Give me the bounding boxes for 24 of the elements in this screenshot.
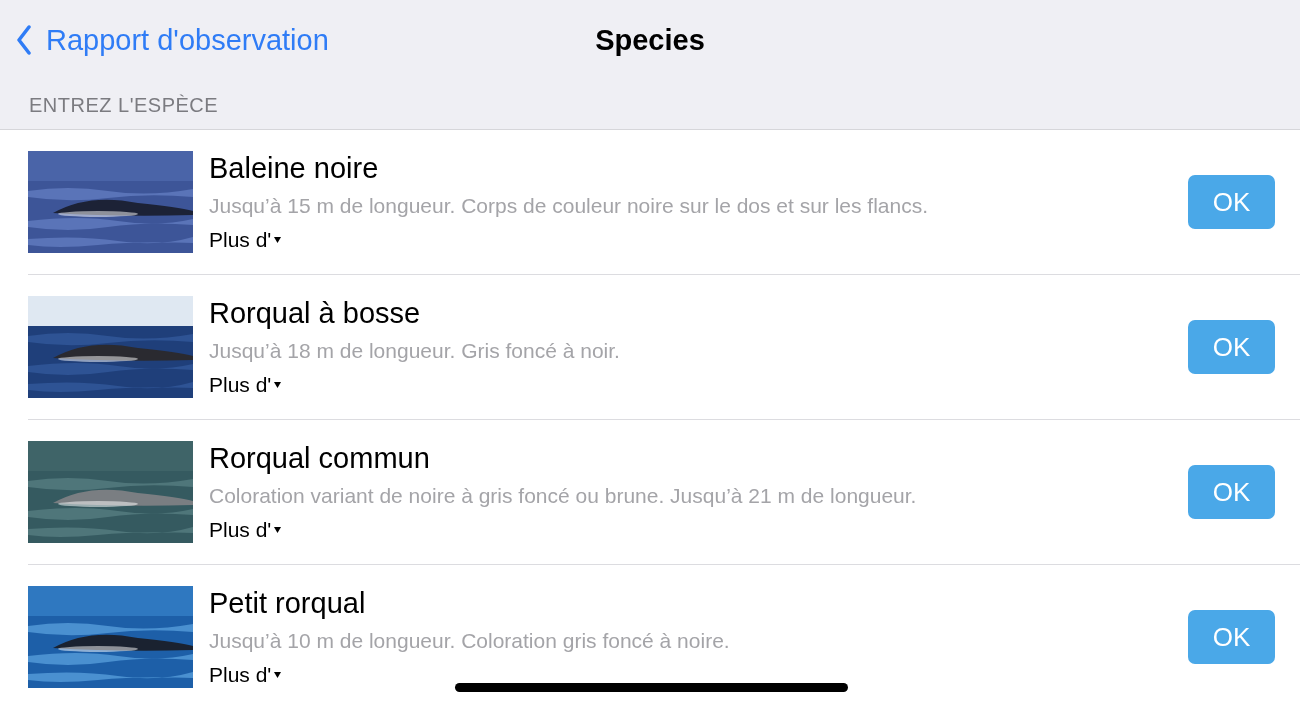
species-description: Coloration variant de noire à gris foncé ou brune. Jusqu’à 21 m de longueur.: [209, 484, 917, 508]
caret-icon: [274, 527, 282, 533]
species-name: Rorqual commun: [209, 442, 430, 475]
ok-button[interactable]: OK: [1188, 320, 1275, 374]
ok-button[interactable]: OK: [1188, 175, 1275, 229]
species-name: Rorqual à bosse: [209, 297, 421, 330]
species-name: Baleine noire: [209, 152, 379, 185]
caret-icon: [274, 382, 282, 388]
screen-title: Species: [595, 23, 705, 57]
caret-icon: [274, 237, 282, 243]
species-description: Jusqu’à 10 m de longueur. Coloration gris foncé à noire.: [209, 629, 730, 653]
back-chevron-icon: [16, 25, 32, 55]
species-name: Petit rorqual: [209, 587, 366, 620]
ok-button[interactable]: OK: [1188, 465, 1275, 519]
more-button[interactable]: Plus d': [209, 228, 282, 252]
ok-button[interactable]: OK: [1188, 610, 1275, 664]
species-description: Jusqu’à 18 m de longueur. Gris foncé à noir.: [209, 339, 620, 363]
more-button[interactable]: Plus d': [209, 518, 282, 542]
more-button[interactable]: Plus d': [209, 663, 282, 687]
caret-icon: [274, 672, 282, 678]
back-button[interactable]: Rapport d'observation: [16, 23, 329, 57]
species-description: Jusqu’à 15 m de longueur. Corps de couleur noire sur le dos et sur les flancs.: [209, 194, 929, 218]
more-button[interactable]: Plus d': [209, 373, 282, 397]
section-header: ENTREZ L'ESPÈCE: [28, 93, 220, 117]
